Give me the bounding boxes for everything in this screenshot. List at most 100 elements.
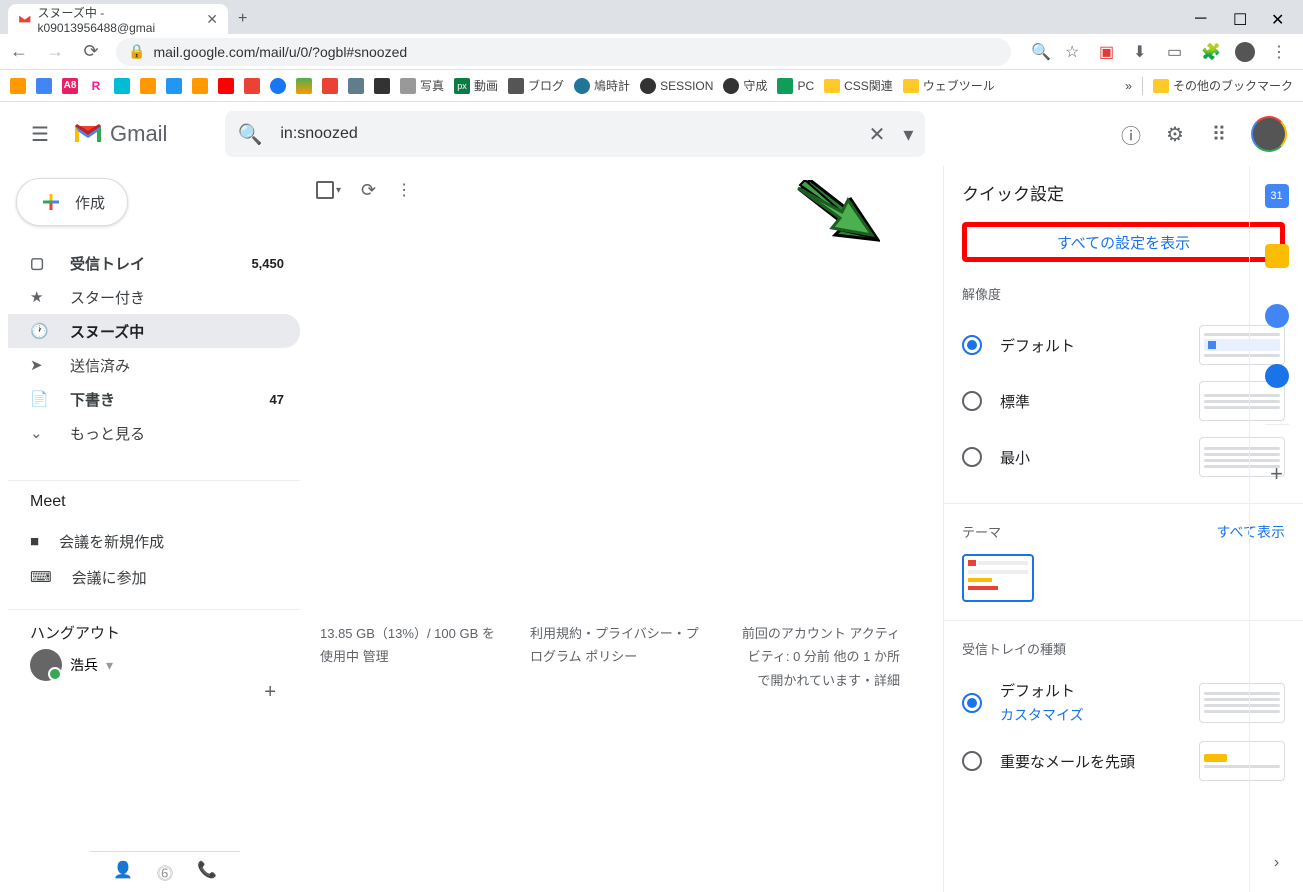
folder-snoozed[interactable]: 🕐 スヌーズ中: [8, 314, 300, 348]
folder-more[interactable]: ⌄ もっと見る: [8, 416, 300, 450]
bookmark-item[interactable]: [322, 78, 338, 94]
bookmark-item[interactable]: [348, 78, 364, 94]
bookmark-item[interactable]: [244, 78, 260, 94]
bookmark-item[interactable]: [10, 78, 26, 94]
bookmark-item[interactable]: [192, 78, 208, 94]
address-bar: ← → ⟳ 🔒 mail.google.com/mail/u/0/?ogbl#s…: [0, 34, 1303, 70]
search-icon[interactable]: 🔍: [237, 122, 262, 147]
reload-button[interactable]: ⟳: [80, 41, 102, 62]
bookmark-item[interactable]: R: [88, 78, 104, 94]
gmail-header: ☰ Gmail 🔍 ✕ ▾ ⓘ ⚙ ⠿: [0, 102, 1303, 166]
url-text: mail.google.com/mail/u/0/?ogbl#snoozed: [153, 44, 407, 60]
bookmark-item[interactable]: 写真: [400, 77, 444, 94]
bookmark-item[interactable]: [374, 78, 390, 94]
bookmark-item[interactable]: SESSION: [640, 78, 713, 94]
person-icon[interactable]: 👤: [113, 860, 133, 884]
storage-info[interactable]: 13.85 GB（13%）/ 100 GB を使用中 管理: [320, 622, 500, 692]
forward-button[interactable]: →: [44, 41, 66, 62]
contacts-icon[interactable]: [1265, 364, 1289, 388]
back-button[interactable]: ←: [8, 41, 30, 62]
bookmark-item[interactable]: [36, 78, 52, 94]
apps-grid-icon[interactable]: ⠿: [1207, 122, 1231, 147]
bookmark-item[interactable]: A8: [62, 78, 78, 94]
extensions-icon[interactable]: 🧩: [1201, 42, 1219, 60]
bookmark-item[interactable]: [114, 78, 130, 94]
clear-search-icon[interactable]: ✕: [869, 122, 886, 147]
minimize-icon[interactable]: ─: [1195, 10, 1209, 24]
bookmark-item[interactable]: [218, 78, 234, 94]
density-compact[interactable]: 最小: [962, 429, 1285, 485]
bookmark-item[interactable]: [270, 78, 286, 94]
select-all-checkbox[interactable]: ▾: [316, 181, 341, 199]
collapse-panel-icon[interactable]: ›: [1274, 854, 1279, 872]
help-icon[interactable]: ⓘ: [1119, 120, 1143, 149]
bookmark-item[interactable]: 鳩時計: [574, 77, 630, 94]
policy-links[interactable]: 利用規約・プライバシー・プログラム ポリシー: [530, 622, 710, 692]
hangout-user[interactable]: 浩兵 ▾: [30, 649, 300, 681]
radio-icon: [962, 447, 982, 467]
plus-icon: [39, 190, 63, 214]
refresh-icon[interactable]: ⟳: [361, 180, 376, 201]
bookmarks-overflow-icon[interactable]: »: [1125, 79, 1132, 93]
bookmark-folder[interactable]: CSS関連: [824, 77, 893, 94]
meet-new-button[interactable]: ■ 会議を新規作成: [30, 523, 300, 559]
star-icon[interactable]: ☆: [1065, 42, 1083, 60]
ext1-icon[interactable]: ▣: [1099, 42, 1117, 60]
bookmark-item[interactable]: [296, 78, 312, 94]
bookmark-item[interactable]: px動画: [454, 77, 498, 94]
folder-sent[interactable]: ➤ 送信済み: [8, 348, 300, 382]
keep-icon[interactable]: [1265, 244, 1289, 268]
close-window-icon[interactable]: ✕: [1271, 10, 1285, 24]
folder-drafts[interactable]: 📄 下書き 47: [8, 382, 300, 416]
gmail-logo[interactable]: Gmail: [72, 121, 167, 147]
customize-link[interactable]: カスタマイズ: [1000, 705, 1084, 725]
density-default[interactable]: デフォルト: [962, 317, 1285, 373]
add-addon-icon[interactable]: +: [1270, 461, 1283, 487]
bookmark-folder[interactable]: ウェブツール: [903, 77, 995, 94]
dropdown-icon[interactable]: ▾: [106, 657, 113, 674]
profile-icon[interactable]: [1235, 42, 1255, 62]
compose-label: 作成: [75, 192, 105, 213]
meet-section: Meet ■ 会議を新規作成 ⌨ 会議に参加: [8, 480, 300, 595]
keyboard-icon: ⌨: [30, 568, 52, 586]
bookmark-item[interactable]: PC: [777, 78, 814, 94]
bookmark-item[interactable]: [166, 78, 182, 94]
hangout-avatar: [30, 649, 62, 681]
maximize-icon[interactable]: ☐: [1233, 10, 1247, 24]
ext3-icon[interactable]: ▭: [1167, 42, 1185, 60]
zoom-icon[interactable]: 🔍: [1031, 42, 1049, 60]
all-settings-button[interactable]: すべての設定を表示: [962, 222, 1285, 262]
theme-thumbnail[interactable]: [962, 554, 1034, 602]
inbox-type-default[interactable]: デフォルト カスタマイズ: [962, 672, 1285, 733]
bookmark-item[interactable]: [140, 78, 156, 94]
account-avatar[interactable]: [1251, 116, 1287, 152]
chrome-menu-icon[interactable]: ⋮: [1271, 42, 1289, 60]
more-actions-icon[interactable]: ⋮: [396, 180, 412, 200]
meet-join-button[interactable]: ⌨ 会議に参加: [30, 559, 300, 595]
bookmark-item[interactable]: ブログ: [508, 77, 564, 94]
hangout-add-icon[interactable]: +: [264, 681, 276, 704]
folder-starred[interactable]: ★ スター付き: [8, 280, 300, 314]
clock-icon: 🕐: [30, 322, 50, 340]
tab-close-icon[interactable]: ✕: [206, 11, 218, 28]
search-input[interactable]: [280, 125, 850, 143]
inbox-type-important[interactable]: 重要なメールを先頭: [962, 733, 1285, 789]
other-bookmarks[interactable]: その他のブックマーク: [1153, 77, 1293, 94]
phone-icon[interactable]: 📞: [197, 860, 217, 884]
url-field[interactable]: 🔒 mail.google.com/mail/u/0/?ogbl#snoozed: [116, 38, 1011, 66]
search-box[interactable]: 🔍 ✕ ▾: [225, 111, 925, 157]
hangouts-icon[interactable]: ⓺: [157, 860, 173, 884]
density-comfortable[interactable]: 標準: [962, 373, 1285, 429]
compose-button[interactable]: 作成: [16, 178, 128, 226]
folder-inbox[interactable]: ▢ 受信トレイ 5,450: [8, 246, 300, 280]
calendar-icon[interactable]: 31: [1265, 184, 1289, 208]
activity-info[interactable]: 前回のアカウント アクティビティ: 0 分前 他の 1 か所で開かれています・詳…: [740, 622, 900, 692]
main-menu-button[interactable]: ☰: [16, 122, 64, 147]
bookmark-item[interactable]: 守成: [723, 77, 767, 94]
search-options-icon[interactable]: ▾: [903, 122, 913, 147]
browser-tab[interactable]: スヌーズ中 - k09013956488@gmai ✕: [8, 4, 228, 34]
settings-gear-icon[interactable]: ⚙: [1163, 122, 1187, 147]
new-tab-button[interactable]: +: [238, 10, 247, 28]
ext2-icon[interactable]: ⬇: [1133, 42, 1151, 60]
tasks-icon[interactable]: [1265, 304, 1289, 328]
